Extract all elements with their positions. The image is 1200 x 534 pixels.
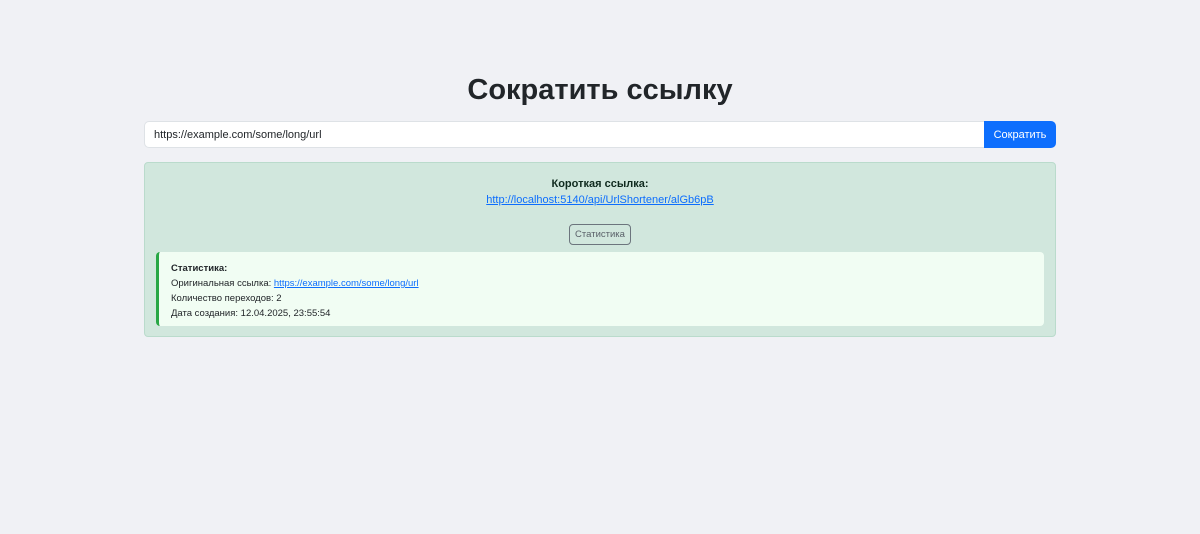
clicks-count: Количество переходов: 2	[171, 293, 282, 304]
shorten-button[interactable]: Сократить	[984, 121, 1056, 148]
short-link-container: http://localhost:5140/api/UrlShortener/a…	[145, 193, 1055, 207]
original-url-label: Оригинальная ссылка:	[171, 278, 274, 289]
created-date: Дата создания: 12.04.2025, 23:55:54	[171, 308, 331, 319]
shorten-form: Сократить	[144, 121, 1056, 148]
original-url-link[interactable]: https://example.com/some/long/url	[274, 278, 419, 289]
short-link[interactable]: http://localhost:5140/api/UrlShortener/a…	[486, 194, 713, 206]
result-card: Короткая ссылка: http://localhost:5140/a…	[144, 162, 1056, 337]
original-url-row: Оригинальная ссылка: https://example.com…	[171, 276, 1044, 291]
statistics-button[interactable]: Статистика	[569, 224, 631, 245]
url-input[interactable]	[144, 121, 984, 148]
short-link-label: Короткая ссылка:	[551, 178, 649, 190]
statistics-title: Статистика:	[171, 263, 228, 274]
page-title: Сократить ссылку	[467, 74, 733, 106]
statistics-panel: Статистика: Оригинальная ссылка: https:/…	[156, 252, 1044, 326]
